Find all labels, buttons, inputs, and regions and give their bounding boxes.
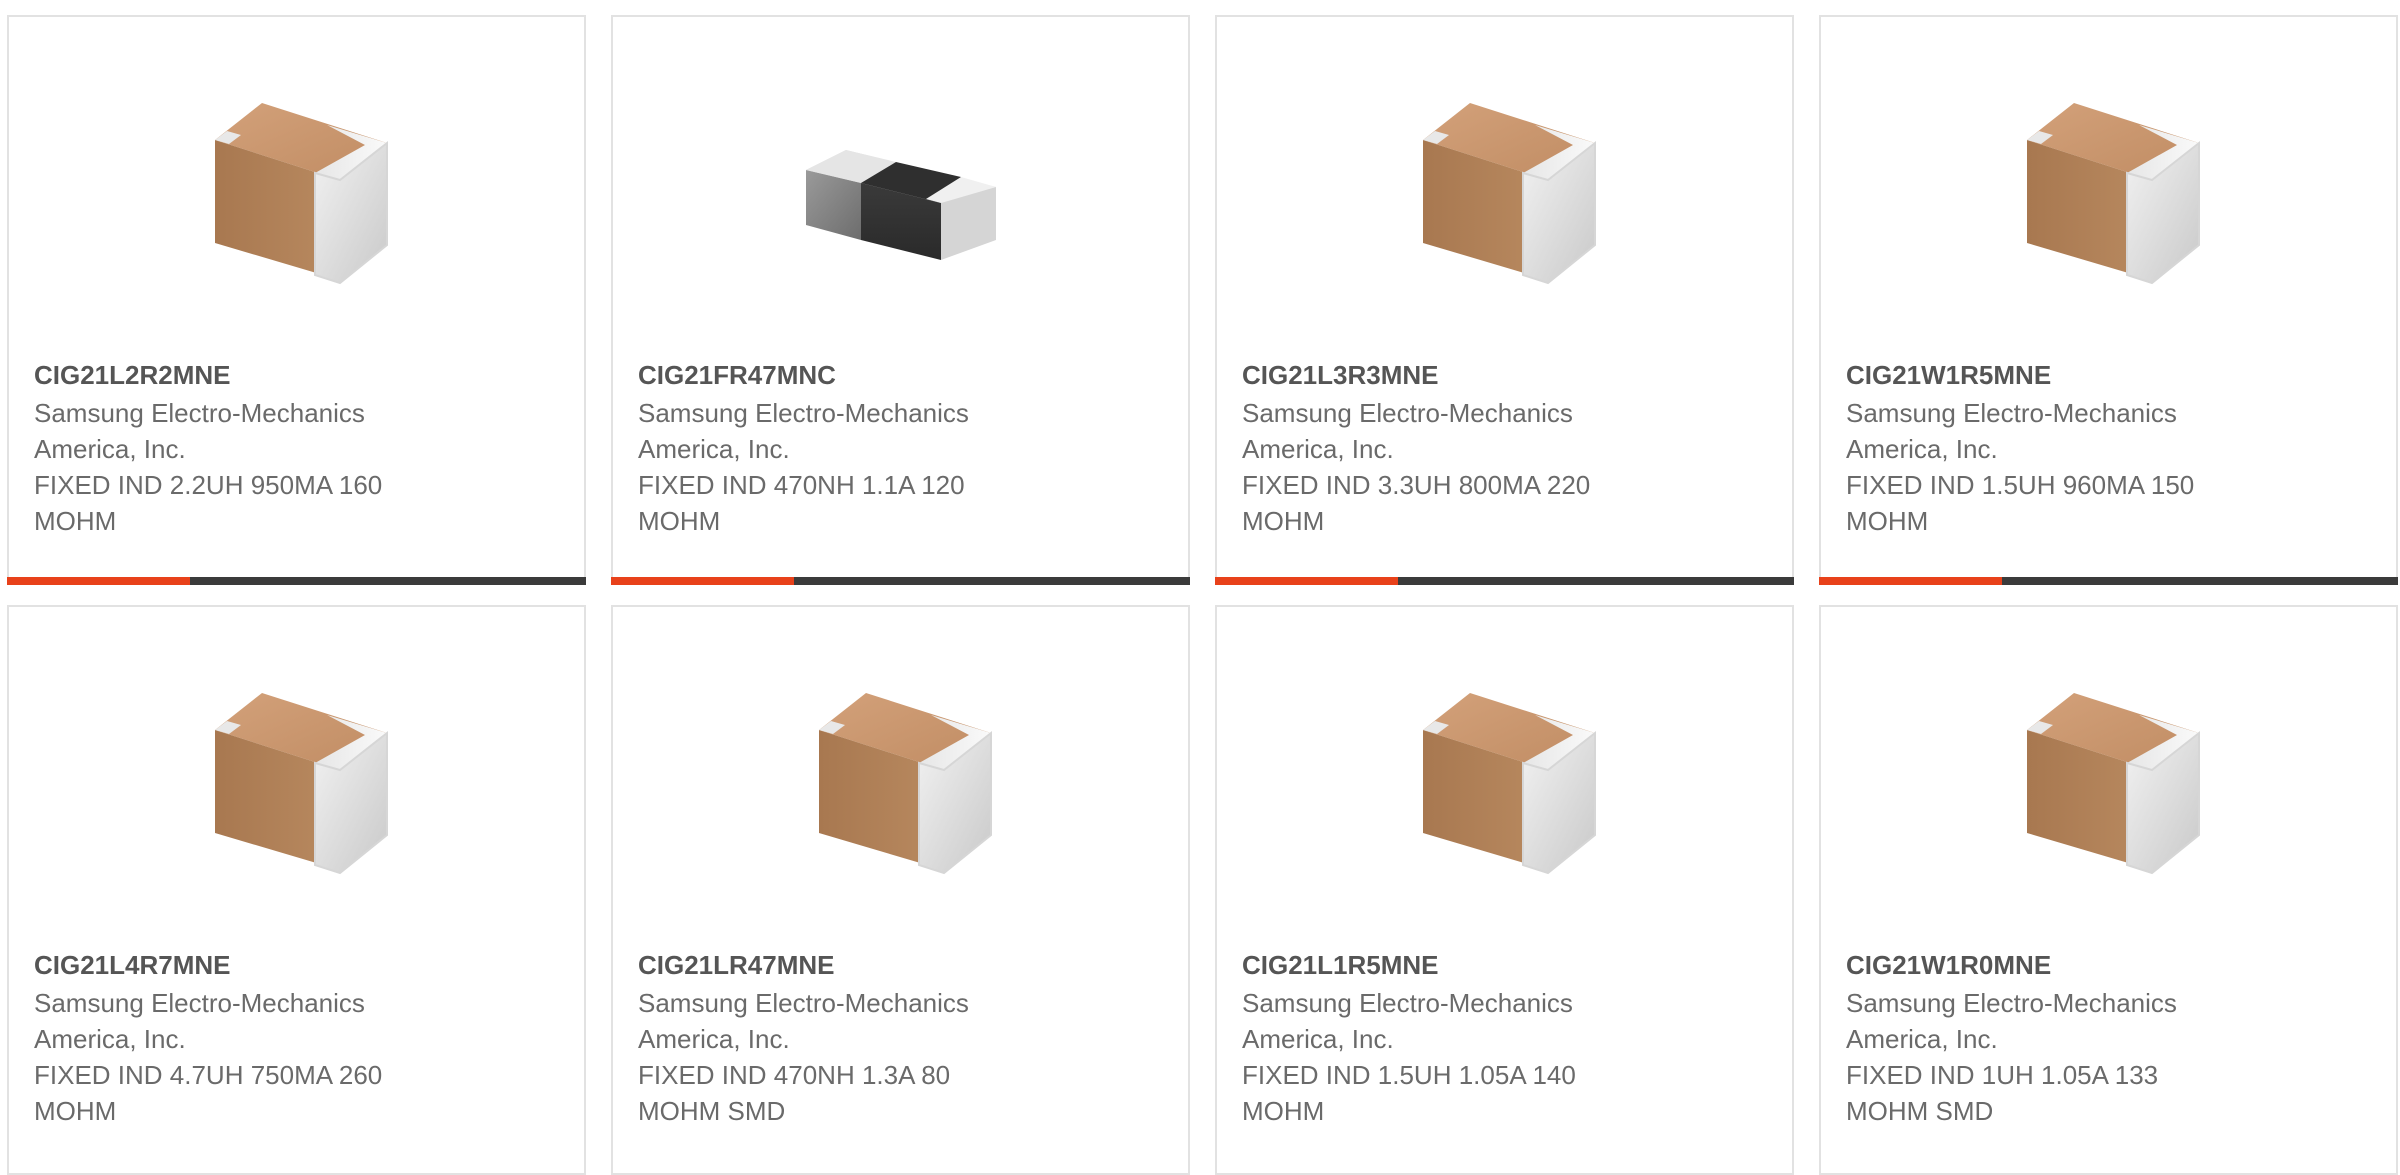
manufacturer: Samsung Electro-Mechanics America, Inc. — [34, 988, 365, 1054]
card-accent-bar — [611, 577, 794, 585]
product-card[interactable]: CIG21LR47MNE Samsung Electro-Mechanics A… — [611, 605, 1190, 1175]
manufacturer: Samsung Electro-Mechanics America, Inc. — [34, 398, 365, 464]
part-number[interactable]: CIG21LR47MNE — [638, 947, 1038, 983]
part-number[interactable]: CIG21L2R2MNE — [34, 357, 434, 393]
manufacturer: Samsung Electro-Mechanics America, Inc. — [1242, 988, 1573, 1054]
product-card[interactable]: CIG21L1R5MNE Samsung Electro-Mechanics A… — [1215, 605, 1794, 1175]
description: FIXED IND 1.5UH 1.05A 140 MOHM — [1242, 1060, 1576, 1126]
brown-chip-component-icon — [2026, 102, 2200, 284]
description: FIXED IND 1.5UH 960MA 150 MOHM — [1846, 470, 2195, 536]
description: FIXED IND 1UH 1.05A 133 MOHM SMD — [1846, 1060, 2159, 1126]
description: FIXED IND 470NH 1.1A 120 MOHM — [638, 470, 965, 536]
product-image[interactable] — [613, 677, 1188, 887]
manufacturer: Samsung Electro-Mechanics America, Inc. — [1846, 398, 2177, 464]
product-card[interactable]: CIG21L3R3MNE Samsung Electro-Mechanics A… — [1215, 15, 1794, 585]
brown-chip-component-icon — [214, 102, 388, 284]
product-image[interactable] — [1821, 87, 2396, 297]
card-bottom-bar — [1819, 577, 2398, 585]
card-accent-bar — [1215, 577, 1398, 585]
product-image[interactable] — [613, 87, 1188, 297]
part-number[interactable]: CIG21W1R0MNE — [1846, 947, 2246, 983]
description: FIXED IND 3.3UH 800MA 220 MOHM — [1242, 470, 1591, 536]
product-image[interactable] — [9, 87, 584, 297]
description: FIXED IND 2.2UH 950MA 160 MOHM — [34, 470, 383, 536]
description: FIXED IND 470NH 1.3A 80 MOHM SMD — [638, 1060, 951, 1126]
part-number[interactable]: CIG21L3R3MNE — [1242, 357, 1642, 393]
product-card[interactable]: CIG21FR47MNC Samsung Electro-Mechanics A… — [611, 15, 1190, 585]
product-image[interactable] — [1217, 87, 1792, 297]
manufacturer: Samsung Electro-Mechanics America, Inc. — [1846, 988, 2177, 1054]
product-image[interactable] — [1217, 677, 1792, 887]
brown-chip-component-icon — [214, 692, 388, 874]
card-accent-bar — [7, 577, 190, 585]
part-number[interactable]: CIG21FR47MNC — [638, 357, 1038, 393]
brown-chip-component-icon — [1422, 102, 1596, 284]
brown-chip-component-icon — [818, 692, 992, 874]
manufacturer: Samsung Electro-Mechanics America, Inc. — [638, 988, 969, 1054]
part-number[interactable]: CIG21W1R5MNE — [1846, 357, 2246, 393]
product-grid: CIG21L2R2MNE Samsung Electro-Mechanics A… — [7, 15, 2398, 1175]
description: FIXED IND 4.7UH 750MA 260 MOHM — [34, 1060, 383, 1126]
black-chip-component-icon — [805, 149, 996, 260]
product-image[interactable] — [1821, 677, 2396, 887]
product-card[interactable]: CIG21L2R2MNE Samsung Electro-Mechanics A… — [7, 15, 586, 585]
card-bottom-bar — [611, 577, 1190, 585]
card-bottom-bar — [7, 577, 586, 585]
part-number[interactable]: CIG21L1R5MNE — [1242, 947, 1642, 983]
manufacturer: Samsung Electro-Mechanics America, Inc. — [638, 398, 969, 464]
product-image[interactable] — [9, 677, 584, 887]
brown-chip-component-icon — [1422, 692, 1596, 874]
brown-chip-component-icon — [2026, 692, 2200, 874]
manufacturer: Samsung Electro-Mechanics America, Inc. — [1242, 398, 1573, 464]
product-card[interactable]: CIG21W1R5MNE Samsung Electro-Mechanics A… — [1819, 15, 2398, 585]
product-card[interactable]: CIG21W1R0MNE Samsung Electro-Mechanics A… — [1819, 605, 2398, 1175]
part-number[interactable]: CIG21L4R7MNE — [34, 947, 434, 983]
card-accent-bar — [1819, 577, 2002, 585]
card-bottom-bar — [1215, 577, 1794, 585]
product-card[interactable]: CIG21L4R7MNE Samsung Electro-Mechanics A… — [7, 605, 586, 1175]
